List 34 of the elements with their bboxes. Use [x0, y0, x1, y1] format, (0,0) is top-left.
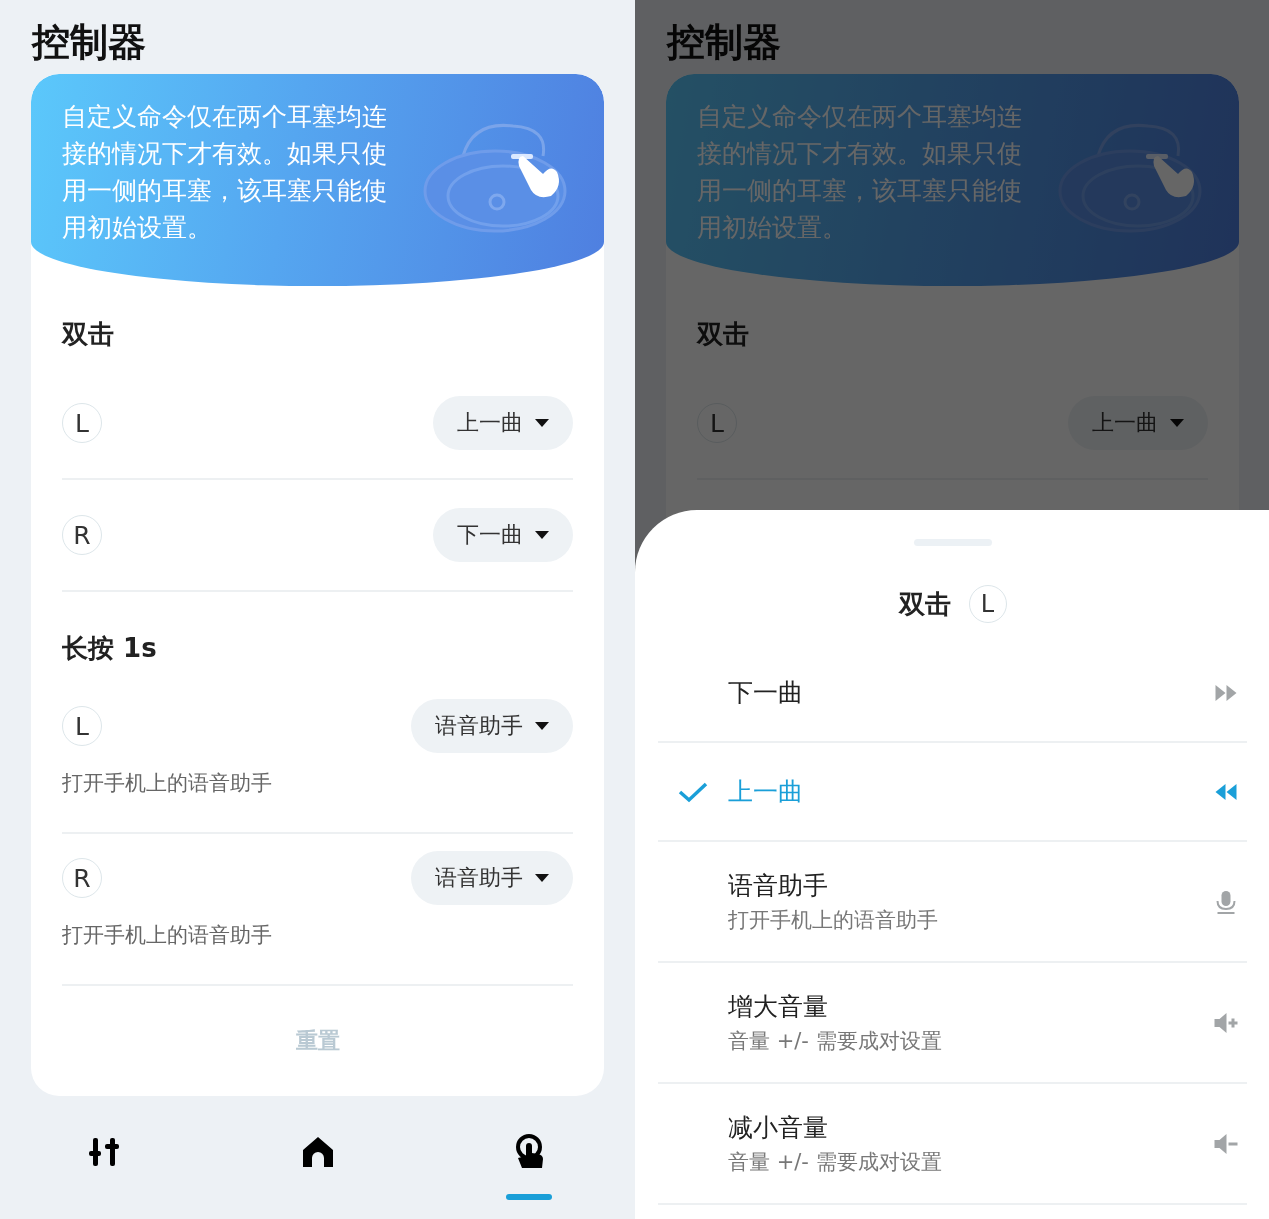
option-item[interactable]: 减小音量 音量 +/- 需要成对设置	[658, 1084, 1247, 1205]
section-title: 长按 1s	[62, 632, 158, 665]
option-item[interactable]: 增大音量 音量 +/- 需要成对设置	[658, 963, 1247, 1084]
action-dropdown[interactable]: 语音助手	[411, 851, 573, 905]
option-label: 语音助手	[728, 869, 829, 902]
volume-down-icon	[1213, 1131, 1239, 1156]
action-description: 打开手机上的语音助手	[62, 770, 273, 797]
caret-icon	[535, 873, 549, 883]
checkmark-icon	[678, 780, 708, 803]
option-label: 上一曲	[728, 775, 804, 808]
action-description: 打开手机上的语音助手	[62, 922, 273, 949]
notice-text: 自定义命令仅在两个耳塞均连接的情况下才有效。如果只使用一侧的耳塞，该耳塞只能使用初始设置。	[697, 101, 1023, 244]
option-description: 打开手机上的语音助手	[728, 906, 939, 934]
caret-icon	[535, 530, 549, 540]
page-title: 控制器	[32, 19, 146, 66]
action-dropdown[interactable]: 上一曲	[433, 396, 573, 450]
option-item[interactable]: 语音助手 打开手机上的语音助手	[658, 842, 1247, 963]
section-title: 双击	[62, 318, 115, 351]
option-label: 增大音量	[728, 990, 829, 1023]
option-description: 音量 +/- 需要成对设置	[728, 1027, 943, 1055]
option-label: 减小音量	[728, 1111, 829, 1144]
section-title: 双击	[697, 318, 750, 351]
option-item[interactable]: 下一曲	[658, 644, 1247, 743]
volume-up-icon	[1213, 1010, 1239, 1035]
notice-text: 自定义命令仅在两个耳塞均连接的情况下才有效。如果只使用一侧的耳塞，该耳塞只能使用初始设置。	[62, 101, 388, 244]
caret-icon	[535, 418, 549, 428]
page-title: 控制器	[667, 19, 781, 66]
action-dropdown[interactable]: 下一曲	[433, 508, 573, 562]
action-dropdown[interactable]: 语音助手	[411, 699, 573, 753]
caret-icon	[535, 721, 549, 731]
caret-icon	[1170, 418, 1184, 428]
option-description: 音量 +/- 需要成对设置	[728, 1148, 943, 1176]
option-label: 下一曲	[728, 676, 804, 709]
sheet-title: 双击	[898, 587, 951, 621]
